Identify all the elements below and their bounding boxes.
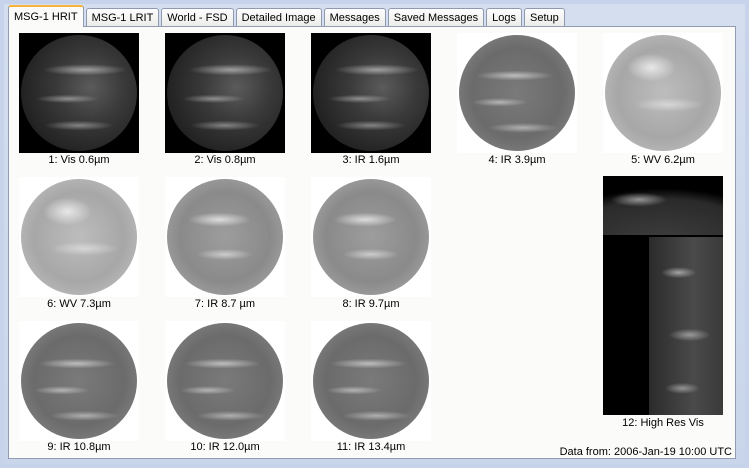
earth-disc bbox=[21, 35, 137, 151]
image-label-11: 11: IR 13.4µm bbox=[336, 441, 406, 453]
earth-disc bbox=[21, 323, 137, 439]
image-label-1: 1: Vis 0.6µm bbox=[48, 154, 110, 166]
earth-disc bbox=[167, 179, 283, 295]
image-label-8: 8: IR 9.7µm bbox=[342, 298, 400, 310]
image-thumbnail-4[interactable] bbox=[457, 33, 577, 153]
tab-messages[interactable]: Messages bbox=[323, 8, 386, 26]
earth-disc bbox=[167, 323, 283, 439]
image-label-4: 4: IR 3.9µm bbox=[488, 154, 546, 166]
image-label-7: 7: IR 8.7 µm bbox=[194, 298, 256, 310]
image-label-5: 5: WV 6.2µm bbox=[631, 154, 695, 166]
image-label-12: 12: High Res Vis bbox=[622, 417, 704, 429]
tab-bar: MSG-1 HRIT MSG-1 LRIT World - FSD Detail… bbox=[8, 5, 567, 27]
image-thumbnail-7[interactable] bbox=[165, 177, 285, 297]
image-thumbnail-5[interactable] bbox=[603, 33, 723, 153]
image-thumbnail-10[interactable] bbox=[165, 321, 285, 441]
image-label-9: 9: IR 10.8µm bbox=[47, 441, 111, 453]
tab-logs[interactable]: Logs bbox=[486, 8, 522, 26]
image-label-2: 2: Vis 0.8µm bbox=[194, 154, 256, 166]
hires-top-strip bbox=[603, 176, 723, 235]
earth-disc bbox=[313, 323, 429, 439]
image-thumbnail-1[interactable] bbox=[19, 33, 139, 153]
tab-msg1-lrit[interactable]: MSG-1 LRIT bbox=[85, 8, 160, 26]
tab-world-fsd[interactable]: World - FSD bbox=[161, 8, 234, 26]
data-timestamp: Data from: 2006-Jan-19 10:00 UTC bbox=[559, 446, 732, 458]
image-thumbnail-2[interactable] bbox=[165, 33, 285, 153]
earth-disc bbox=[313, 35, 429, 151]
earth-disc bbox=[605, 35, 721, 151]
image-thumbnail-11[interactable] bbox=[311, 321, 431, 441]
image-label-10: 10: IR 12.0µm bbox=[190, 441, 260, 453]
image-thumbnail-8[interactable] bbox=[311, 177, 431, 297]
tab-setup[interactable]: Setup bbox=[524, 8, 565, 26]
image-label-6: 6: WV 7.3µm bbox=[47, 298, 111, 310]
earth-disc bbox=[167, 35, 283, 151]
image-thumbnail-12[interactable] bbox=[603, 176, 723, 415]
earth-disc bbox=[459, 35, 575, 151]
image-label-3: 3: IR 1.6µm bbox=[342, 154, 400, 166]
earth-disc bbox=[21, 179, 137, 295]
image-thumbnail-3[interactable] bbox=[311, 33, 431, 153]
hires-bottom-strip bbox=[649, 237, 723, 415]
tab-detailed-image[interactable]: Detailed Image bbox=[235, 8, 322, 26]
earth-disc bbox=[313, 179, 429, 295]
image-thumbnail-6[interactable] bbox=[19, 177, 139, 297]
image-thumbnail-9[interactable] bbox=[19, 321, 139, 441]
tab-msg1-hrit[interactable]: MSG-1 HRIT bbox=[8, 5, 84, 27]
thumbnail-panel: 1: Vis 0.6µm 2: Vis 0.8µm 3: IR 1.6µm 4:… bbox=[8, 26, 736, 459]
tab-saved-messages[interactable]: Saved Messages bbox=[387, 8, 485, 26]
